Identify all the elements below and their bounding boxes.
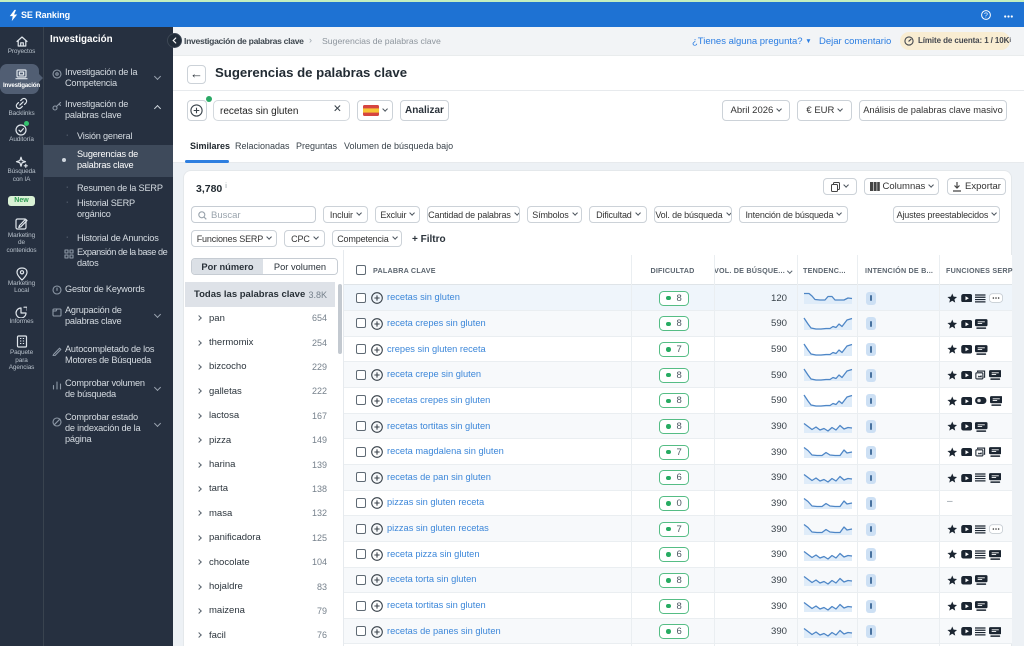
svg-text:?: ?: [984, 13, 988, 20]
